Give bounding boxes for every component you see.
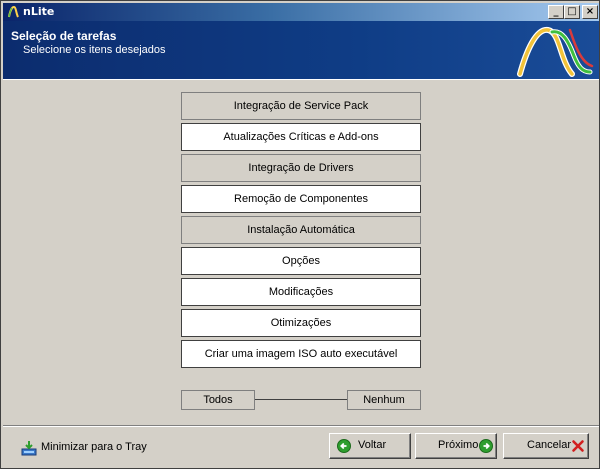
- page-title: Seleção de tarefas: [11, 29, 117, 43]
- task-options[interactable]: Opções: [181, 247, 421, 275]
- nlite-window: nLite _ □ × Seleção de tarefas Selecione…: [0, 0, 600, 469]
- title-bar[interactable]: nLite _ □ ×: [3, 3, 599, 21]
- header-banner: Seleção de tarefas Selecione os itens de…: [3, 21, 599, 80]
- task-drivers[interactable]: Integração de Drivers: [181, 154, 421, 182]
- next-label: Próximo: [438, 439, 479, 451]
- back-label: Voltar: [358, 439, 387, 451]
- arrow-right-circle-icon: [479, 439, 493, 453]
- task-optimizations[interactable]: Otimizações: [181, 309, 421, 337]
- next-button[interactable]: Próximo: [415, 433, 497, 459]
- task-service-pack[interactable]: Integração de Service Pack: [181, 92, 421, 120]
- red-x-icon: [572, 440, 584, 452]
- selection-connector: [255, 399, 347, 400]
- task-remove-components[interactable]: Remoção de Componentes: [181, 185, 421, 213]
- nlite-logo-icon: [8, 5, 19, 18]
- tray-download-icon: [21, 441, 37, 456]
- arrow-left-circle-icon: [337, 439, 351, 453]
- cancel-button[interactable]: Cancelar: [503, 433, 589, 459]
- nlite-logo-icon: [517, 27, 594, 77]
- minimize-button[interactable]: _: [548, 5, 564, 19]
- footer-divider: [3, 425, 599, 427]
- task-tweaks[interactable]: Modificações: [181, 278, 421, 306]
- tray-label: Minimizar para o Tray: [41, 441, 147, 453]
- maximize-button[interactable]: □: [564, 5, 580, 19]
- select-none-button[interactable]: Nenhum: [347, 390, 421, 410]
- back-button[interactable]: Voltar: [329, 433, 411, 459]
- select-all-button[interactable]: Todos: [181, 390, 255, 410]
- task-create-iso[interactable]: Criar uma imagem ISO auto executável: [181, 340, 421, 368]
- close-button[interactable]: ×: [582, 5, 598, 19]
- task-unattended-setup[interactable]: Instalação Automática: [181, 216, 421, 244]
- cancel-label: Cancelar: [527, 439, 572, 451]
- window-title: nLite: [23, 5, 55, 18]
- page-subtitle: Selecione os itens desejados: [23, 44, 166, 56]
- task-critical-updates[interactable]: Atualizações Críticas e Add-ons: [181, 123, 421, 151]
